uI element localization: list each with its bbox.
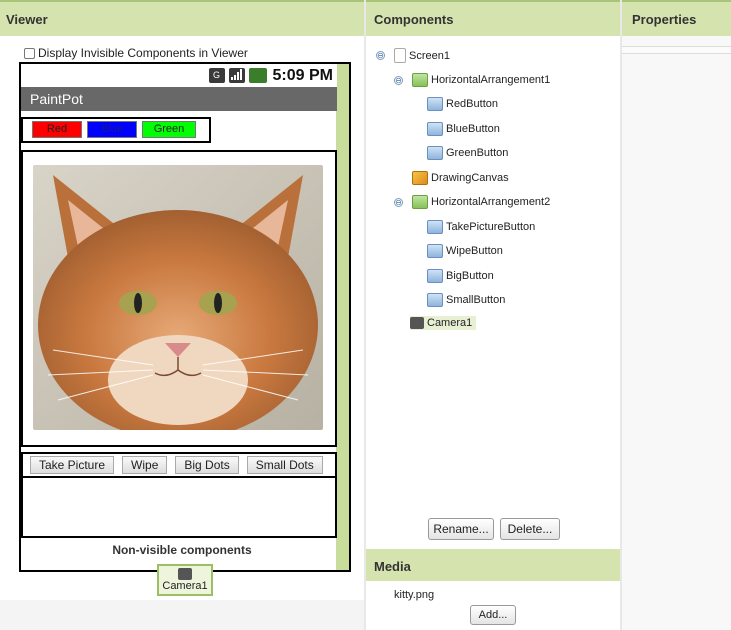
app-title: PaintPot [21, 87, 337, 111]
phone-scrollbar[interactable] [336, 64, 349, 570]
add-media-button[interactable]: Add... [470, 605, 516, 625]
collapse-icon[interactable]: ⊖ [376, 51, 385, 60]
tree-item-label: HorizontalArrangement2 [431, 196, 551, 208]
tree-item-bluebutton[interactable]: BlueButton [427, 122, 500, 136]
small-dots-button[interactable]: Small Dots [246, 456, 323, 474]
tree-item-label: DrawingCanvas [431, 172, 509, 184]
tree-item-label: TakePictureButton [446, 221, 536, 233]
screen-icon [394, 48, 406, 63]
canvas-icon [412, 171, 428, 185]
camera-icon [410, 317, 424, 329]
tree-item-greenbutton[interactable]: GreenButton [427, 146, 508, 160]
collapse-icon[interactable]: ⊖ [394, 197, 403, 207]
tree-item-camera1[interactable]: Camera1 [410, 316, 477, 330]
properties-pane [622, 36, 731, 630]
viewer-footer [0, 600, 364, 630]
button-icon [427, 244, 443, 258]
tree-item-redbutton[interactable]: RedButton [427, 97, 498, 111]
signal-strength-icon [228, 68, 245, 83]
collapse-icon[interactable]: ⊖ [394, 75, 403, 85]
display-invisible-label: Display Invisible Components in Viewer [38, 46, 248, 60]
tree-item-horizontalarrangement1[interactable]: ⊖ HorizontalArrangement1 [394, 73, 550, 87]
blue-button[interactable]: Blue [87, 121, 137, 138]
viewer-header: Viewer [0, 0, 364, 36]
green-button[interactable]: Green [142, 121, 196, 138]
big-dots-button[interactable]: Big Dots [175, 456, 239, 474]
tree-item-smallbutton[interactable]: SmallButton [427, 293, 505, 307]
screen-remaining-area [21, 478, 337, 538]
horizontal-arrangement-icon [412, 195, 428, 209]
camera-icon [178, 568, 192, 580]
horizontal-arrangement-1[interactable]: Red Blue Green [21, 117, 211, 143]
button-icon [427, 269, 443, 283]
tree-item-drawingcanvas[interactable]: DrawingCanvas [412, 171, 509, 185]
properties-header: Properties [622, 0, 731, 36]
delete-button[interactable]: Delete... [500, 518, 560, 540]
status-bar: G 5:09 PM [21, 64, 337, 87]
horizontal-arrangement-2[interactable]: Take Picture Wipe Big Dots Small Dots [21, 452, 337, 478]
tree-item-label: SmallButton [446, 294, 506, 306]
tree-item-bigbutton[interactable]: BigButton [427, 269, 494, 283]
media-pane: kitty.png Add... [366, 581, 620, 630]
tree-item-takepicturebutton[interactable]: TakePictureButton [427, 220, 535, 234]
tree-item-label: BlueButton [446, 123, 500, 135]
horizontal-arrangement-icon [412, 73, 428, 87]
tree-item-label: GreenButton [446, 147, 509, 159]
viewer-pane: Display Invisible Components in Viewer G… [0, 36, 364, 630]
kitty-image [33, 165, 323, 430]
nonvisible-camera-label: Camera1 [162, 580, 208, 592]
tree-item-horizontalarrangement2[interactable]: ⊖ HorizontalArrangement2 [394, 195, 550, 209]
tree-item-screen1[interactable]: ⊖ Screen1 [376, 48, 450, 63]
tree-item-label: BigButton [446, 270, 494, 282]
media-file[interactable]: kitty.png [394, 589, 434, 601]
battery-icon [248, 68, 267, 83]
properties-placeholder [622, 46, 731, 54]
rename-button[interactable]: Rename... [428, 518, 494, 540]
button-icon [427, 146, 443, 160]
components-pane: ⊖ Screen1 ⊖ HorizontalArrangement1 RedBu… [366, 36, 620, 549]
button-icon [427, 293, 443, 307]
tree-item-label: Screen1 [409, 49, 450, 62]
drawing-canvas[interactable] [21, 150, 337, 447]
button-icon [427, 122, 443, 136]
red-button[interactable]: Red [32, 121, 82, 138]
components-header: Components [366, 0, 620, 36]
phone-preview: G 5:09 PM PaintPot Red Blue Green Take P… [19, 62, 351, 572]
button-icon [427, 220, 443, 234]
wipe-button[interactable]: Wipe [122, 456, 168, 474]
signal-type-icon: G [208, 68, 225, 83]
tree-item-wipebutton[interactable]: WipeButton [427, 244, 503, 258]
tree-item-label: WipeButton [446, 245, 503, 257]
nonvisible-camera[interactable]: Camera1 [157, 564, 213, 596]
button-icon [427, 97, 443, 111]
take-picture-button[interactable]: Take Picture [30, 456, 115, 474]
tree-item-label: RedButton [446, 98, 498, 110]
nonvisible-components-title: Non-visible components [112, 543, 252, 557]
display-invisible-toggle[interactable]: Display Invisible Components in Viewer [24, 46, 248, 60]
display-invisible-checkbox[interactable] [24, 47, 35, 59]
media-header: Media [366, 549, 620, 581]
status-time: 5:09 PM [272, 66, 333, 84]
tree-item-label: HorizontalArrangement1 [431, 74, 551, 86]
tree-item-label: Camera1 [427, 317, 473, 329]
